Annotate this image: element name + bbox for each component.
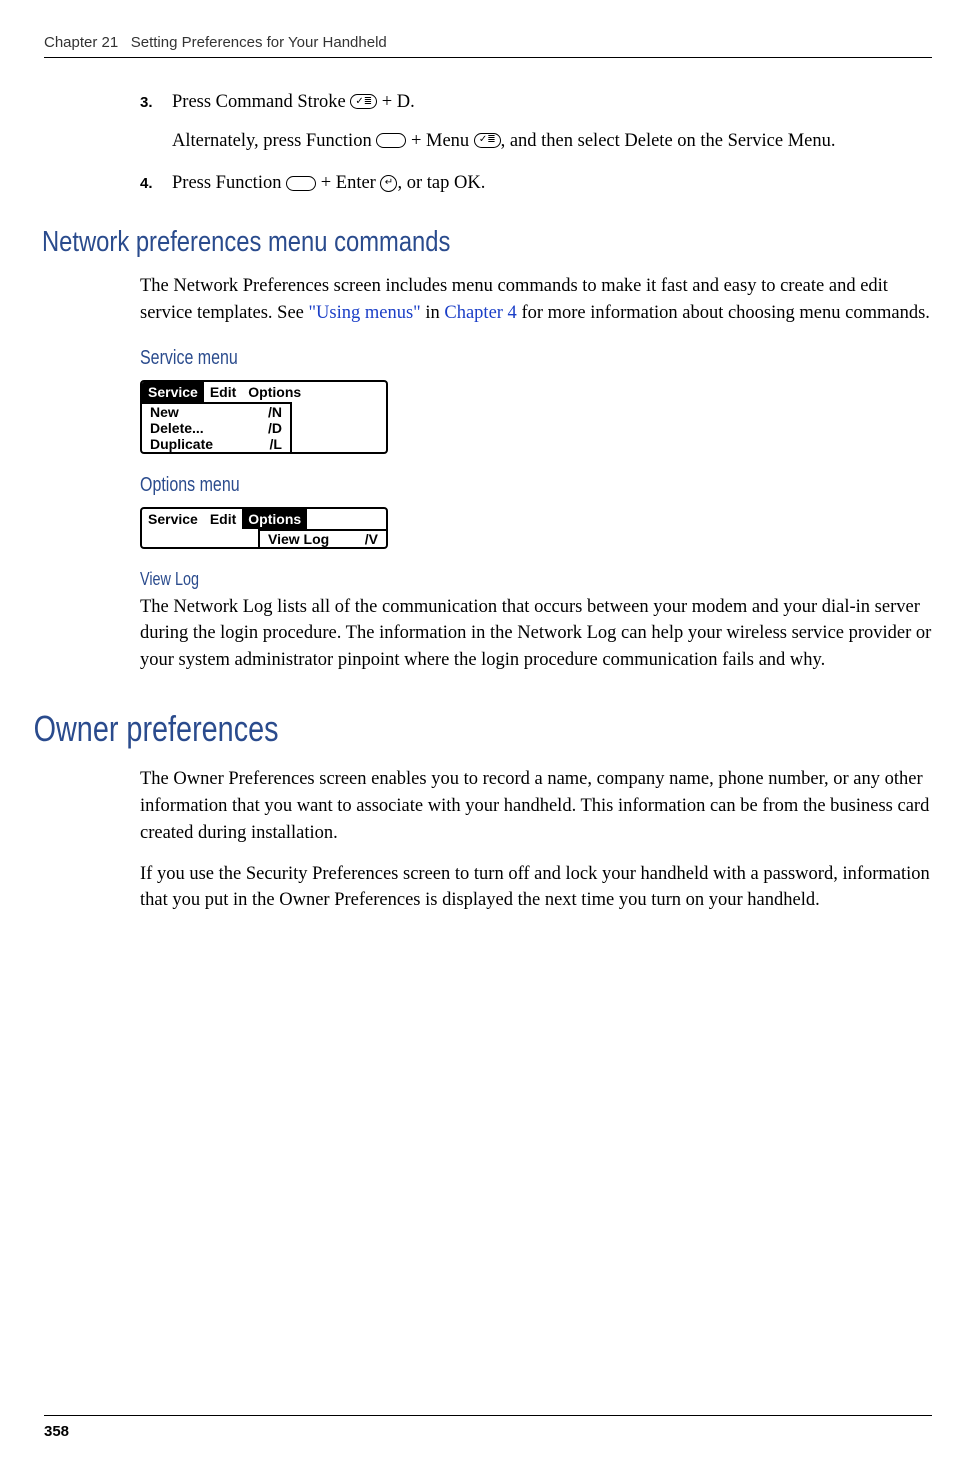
menu-dropdown: New /N Delete... /D Duplicate /L: [142, 402, 292, 452]
menubar-tabs: Service Edit Options: [142, 382, 386, 402]
footer-rule: [44, 1415, 932, 1416]
tab-edit: Edit: [204, 382, 242, 402]
chapter-title: Setting Preferences for Your Handheld: [131, 34, 387, 51]
step-body: Press Command Stroke ✓≣ + D. Alternately…: [172, 88, 932, 155]
chapter-label: Chapter 21: [44, 34, 118, 51]
options-menu-heading: Options menu: [140, 474, 774, 497]
command-stroke-icon: ✓≣: [350, 94, 377, 109]
options-menu-screenshot: Service Edit Options View Log /V: [140, 507, 388, 549]
menu-key-icon: ✓≣: [474, 133, 501, 148]
view-log-heading: View Log: [140, 569, 774, 590]
function-key-icon: [376, 133, 406, 148]
enter-key-icon: ↵: [380, 175, 397, 192]
tab-service: Service: [142, 509, 204, 529]
link-chapter-4[interactable]: Chapter 4: [444, 303, 516, 323]
step-body: Press Function + Enter ↵, or tap OK.: [172, 169, 932, 198]
step-number: 4.: [140, 169, 162, 198]
menu-item-new: New /N: [142, 404, 290, 420]
tab-service: Service: [142, 382, 204, 402]
view-log-paragraph: The Network Log lists all of the communi…: [140, 594, 932, 674]
step-3: 3. Press Command Stroke ✓≣ + D. Alternat…: [140, 88, 932, 155]
section-heading-network: Network preferences menu commands: [42, 226, 772, 259]
menu-dropdown: View Log /V: [258, 529, 386, 547]
menubar-tabs: Service Edit Options: [142, 509, 386, 529]
link-using-menus[interactable]: "Using menus": [309, 303, 421, 323]
service-menu-screenshot: Service Edit Options New /N Delete... /D…: [140, 380, 388, 454]
network-intro-paragraph: The Network Preferences screen includes …: [140, 273, 932, 327]
page-number: 358: [44, 1423, 69, 1440]
owner-paragraph-1: The Owner Preferences screen enables you…: [140, 766, 932, 846]
service-menu-heading: Service menu: [140, 347, 774, 370]
step-4: 4. Press Function + Enter ↵, or tap OK.: [140, 169, 932, 198]
owner-paragraph-2: If you use the Security Preferences scre…: [140, 861, 932, 915]
section-heading-owner: Owner preferences: [0, 708, 746, 750]
menu-item-viewlog: View Log /V: [260, 531, 386, 547]
tab-options: Options: [242, 509, 307, 529]
menu-item-delete: Delete... /D: [142, 420, 290, 436]
function-key-icon: [286, 176, 316, 191]
tab-options: Options: [242, 382, 307, 402]
menu-item-duplicate: Duplicate /L: [142, 436, 290, 452]
step-sub: Alternately, press Function + Menu ✓≣, a…: [172, 127, 932, 156]
tab-edit: Edit: [204, 509, 242, 529]
page-content: 3. Press Command Stroke ✓≣ + D. Alternat…: [0, 58, 976, 914]
page-header: Chapter 21 Setting Preferences for Your …: [0, 0, 976, 57]
step-number: 3.: [140, 88, 162, 155]
